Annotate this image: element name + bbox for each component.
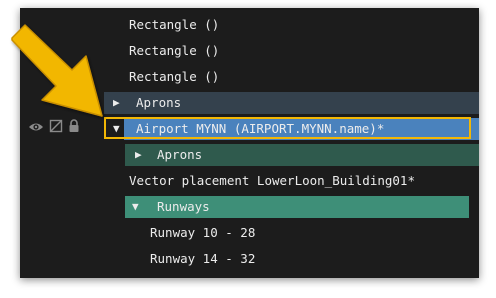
tree-row-runways[interactable]: ▼ Runways (20, 196, 479, 218)
tree-row-child-aprons[interactable]: ▶ Aprons (20, 144, 479, 166)
tree-row-label: Runway 10 - 28 (150, 225, 256, 240)
tree-row-rectangle-3[interactable]: Rectangle () (20, 66, 479, 88)
tree-row-vector-placement[interactable]: Vector placement LowerLoon_Building01* (20, 170, 479, 192)
lock-icon[interactable] (68, 118, 80, 140)
tree-row-rectangle-2[interactable]: Rectangle () (20, 40, 479, 62)
eye-icon[interactable] (28, 118, 44, 140)
collapse-arrow-icon[interactable]: ▼ (132, 196, 139, 218)
tree-row-aprons[interactable]: ▶ Aprons (20, 92, 479, 114)
tree-row-label: Rectangle () (129, 43, 220, 58)
tree-row-label: Rectangle () (129, 69, 220, 84)
tree-row-runway-10-28[interactable]: Runway 10 - 28 (20, 222, 479, 244)
row-visibility-controls (28, 118, 80, 140)
hidden-toggle-icon[interactable] (49, 118, 63, 140)
tree-row-label: Aprons (136, 95, 182, 110)
tree-row-rectangle-1[interactable]: Rectangle () (20, 14, 479, 36)
scene-tree-panel: Rectangle () Rectangle () Rectangle () ▶… (20, 8, 479, 278)
expand-arrow-icon[interactable]: ▶ (113, 92, 120, 114)
tree-row-label: Rectangle () (129, 17, 220, 32)
tree-row-label: Aprons (157, 147, 203, 162)
tree-row-label: Runways (157, 199, 210, 214)
expand-arrow-icon[interactable]: ▶ (135, 144, 142, 166)
tree-row-label: Runway 14 - 32 (150, 251, 256, 266)
tree-row-label: Vector placement LowerLoon_Building01* (129, 173, 415, 188)
selection-highlight-box (104, 117, 471, 139)
tree-row-runway-14-32[interactable]: Runway 14 - 32 (20, 248, 479, 270)
